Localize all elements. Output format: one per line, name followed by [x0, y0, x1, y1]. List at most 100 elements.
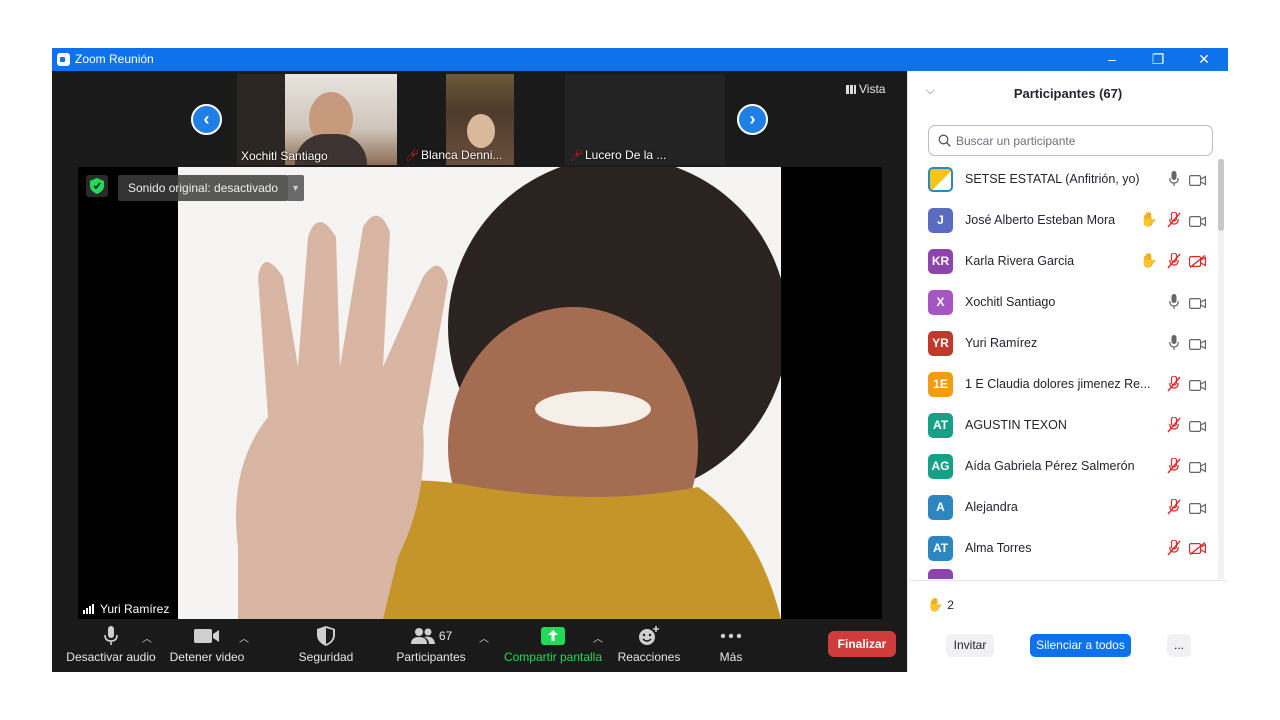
stop-video-button[interactable]: Detener video — [167, 624, 247, 666]
thumbnail-name: Xochitl Santiago — [241, 149, 328, 163]
video-camera-icon[interactable] — [1189, 173, 1206, 191]
thumbnail-name: 🎤︎ Blanca Denni... — [405, 148, 503, 162]
participant-name: Alma Torres — [965, 541, 1032, 555]
participant-avatar: 1E — [928, 372, 953, 397]
participants-button[interactable]: 67 Participantes — [391, 624, 471, 666]
microphone-muted-icon[interactable] — [1166, 252, 1182, 274]
participant-row[interactable]: AT AGUSTIN TEXON — [908, 405, 1220, 446]
video-camera-icon[interactable] — [1189, 460, 1206, 478]
search-icon — [938, 134, 951, 147]
participants-label: Participantes — [396, 650, 466, 664]
video-camera-icon[interactable] — [1189, 296, 1206, 314]
video-camera-icon[interactable] — [1189, 378, 1206, 396]
participants-count: 67 — [438, 629, 453, 643]
participant-list: SETSE ESTATAL (Anfitrión, yo) J José Alber… — [908, 159, 1220, 579]
thumbnail-blanca[interactable]: 🎤︎ Blanca Denni... — [401, 74, 561, 165]
participant-row[interactable]: X Xochitl Santiago — [908, 282, 1220, 323]
microphone-icon[interactable] — [1169, 335, 1179, 356]
raised-hand-icon: ✋ — [1140, 211, 1158, 227]
video-stage: ‹ Xochitl Santiago 🎤︎ Blanca Denni... 🎤︎ L… — [52, 71, 907, 672]
close-button[interactable]: ✕ — [1181, 48, 1227, 71]
raised-hands-summary: ✋ 2 — [927, 597, 954, 612]
participant-face — [467, 114, 495, 148]
share-screen-label: Compartir pantalla — [503, 650, 603, 664]
microphone-muted-icon[interactable] — [1166, 539, 1182, 561]
participant-avatar: KR — [928, 249, 953, 274]
previous-page-arrow-icon[interactable]: ‹ — [191, 104, 222, 135]
participant-list-scrollbar[interactable] — [1218, 159, 1224, 579]
minimize-button[interactable]: – — [1089, 48, 1135, 71]
microphone-icon[interactable] — [1169, 294, 1179, 315]
participant-row[interactable]: AG Aída Gabriela Pérez Salmerón — [908, 446, 1220, 487]
microphone-muted-icon[interactable] — [1166, 498, 1182, 520]
participant-row[interactable]: SETSE ESTATAL (Anfitrión, yo) — [908, 159, 1220, 200]
window-title: Zoom Reunión — [75, 52, 154, 66]
participant-row[interactable]: YR Yuri Ramírez — [908, 323, 1220, 364]
participants-icon — [410, 628, 435, 644]
participants-options-caret-icon[interactable]: ︿ — [479, 630, 489, 645]
video-camera-icon[interactable] — [1189, 501, 1206, 519]
microphone-icon[interactable] — [1169, 171, 1179, 192]
speaker-video-feed — [178, 167, 781, 619]
more-label: Más — [719, 650, 743, 664]
search-input[interactable] — [956, 132, 1206, 150]
video-options-caret-icon[interactable]: ︿ — [239, 630, 249, 645]
thumbnail-xochitl[interactable]: Xochitl Santiago — [237, 74, 397, 165]
host-logo-avatar — [928, 167, 953, 192]
microphone-icon — [104, 626, 118, 645]
participant-avatar: X — [928, 290, 953, 315]
mute-all-button[interactable]: Silenciar a todos — [1030, 634, 1131, 657]
video-camera-icon[interactable] — [1189, 214, 1206, 232]
participant-row[interactable]: J José Alberto Esteban Mora ✋ — [908, 200, 1220, 241]
participant-avatar: AT — [928, 536, 953, 561]
microphone-muted-icon[interactable] — [1166, 211, 1182, 233]
next-page-arrow-icon[interactable]: › — [737, 104, 768, 135]
share-screen-button[interactable]: Compartir pantalla — [502, 624, 604, 666]
participant-row[interactable]: AT Alma Torres — [908, 528, 1220, 569]
view-button[interactable]: Vista — [846, 82, 885, 96]
participant-name: Alejandra — [965, 500, 1018, 514]
encryption-shield-icon[interactable] — [86, 175, 108, 197]
share-options-caret-icon[interactable]: ︿ — [593, 630, 603, 645]
audio-options-caret-icon[interactable]: ︿ — [142, 630, 152, 645]
participant-avatar: AT — [928, 413, 953, 438]
security-button[interactable]: Seguridad — [290, 624, 362, 666]
video-camera-off-icon[interactable] — [1189, 541, 1206, 560]
participant-row[interactable]: A Alejandra — [908, 487, 1220, 528]
original-sound-button[interactable]: Sonido original: desactivado — [118, 175, 289, 201]
participant-row[interactable]: KR Karla Rivera Garcia ✋ — [908, 241, 1220, 282]
participant-avatar: YR — [928, 331, 953, 356]
restore-button[interactable]: ❐ — [1135, 48, 1181, 71]
participant-avatar: AG — [928, 454, 953, 479]
thumbnail-lucero[interactable]: 🎤︎ Lucero De la ... — [565, 74, 725, 165]
reactions-label: Reacciones — [617, 650, 681, 664]
mute-audio-label: Desactivar audio — [66, 650, 156, 664]
stop-video-label: Detener video — [169, 650, 245, 664]
reactions-emoji-icon — [639, 626, 659, 645]
microphone-muted-icon[interactable] — [1166, 375, 1182, 397]
active-speaker-label: Yuri Ramírez — [80, 599, 175, 619]
panel-divider — [908, 580, 1228, 581]
participant-name: 1 E Claudia dolores jimenez Re... — [965, 377, 1151, 391]
panel-more-button[interactable]: ... — [1167, 634, 1191, 657]
meeting-toolbar: Desactivar audio ︿ Detener video ︿ Segur… — [52, 620, 907, 672]
reactions-button[interactable]: Reacciones — [613, 624, 685, 666]
more-button[interactable]: Más — [706, 624, 756, 666]
participant-search-field[interactable] — [928, 125, 1213, 156]
end-meeting-button[interactable]: Finalizar — [828, 631, 896, 657]
participant-name: Karla Rivera Garcia — [965, 254, 1075, 268]
title-bar: Zoom Reunión – ❐ ✕ — [52, 48, 1228, 71]
video-camera-icon[interactable] — [1189, 419, 1206, 437]
security-shield-icon — [317, 626, 335, 646]
microphone-muted-icon[interactable] — [1166, 416, 1182, 438]
microphone-muted-icon[interactable] — [1166, 457, 1182, 479]
original-sound-dropdown-icon[interactable]: ▼ — [287, 175, 304, 201]
participant-avatar — [928, 569, 953, 579]
participant-name: AGUSTIN TEXON — [965, 418, 1067, 432]
participant-row[interactable]: 1E 1 E Claudia dolores jimenez Re... — [908, 364, 1220, 405]
raised-hand-icon: ✋ — [927, 597, 944, 612]
video-camera-off-icon[interactable] — [1189, 254, 1206, 273]
scrollbar-thumb[interactable] — [1218, 159, 1224, 231]
invite-button[interactable]: Invitar — [946, 634, 994, 657]
video-camera-icon[interactable] — [1189, 337, 1206, 355]
